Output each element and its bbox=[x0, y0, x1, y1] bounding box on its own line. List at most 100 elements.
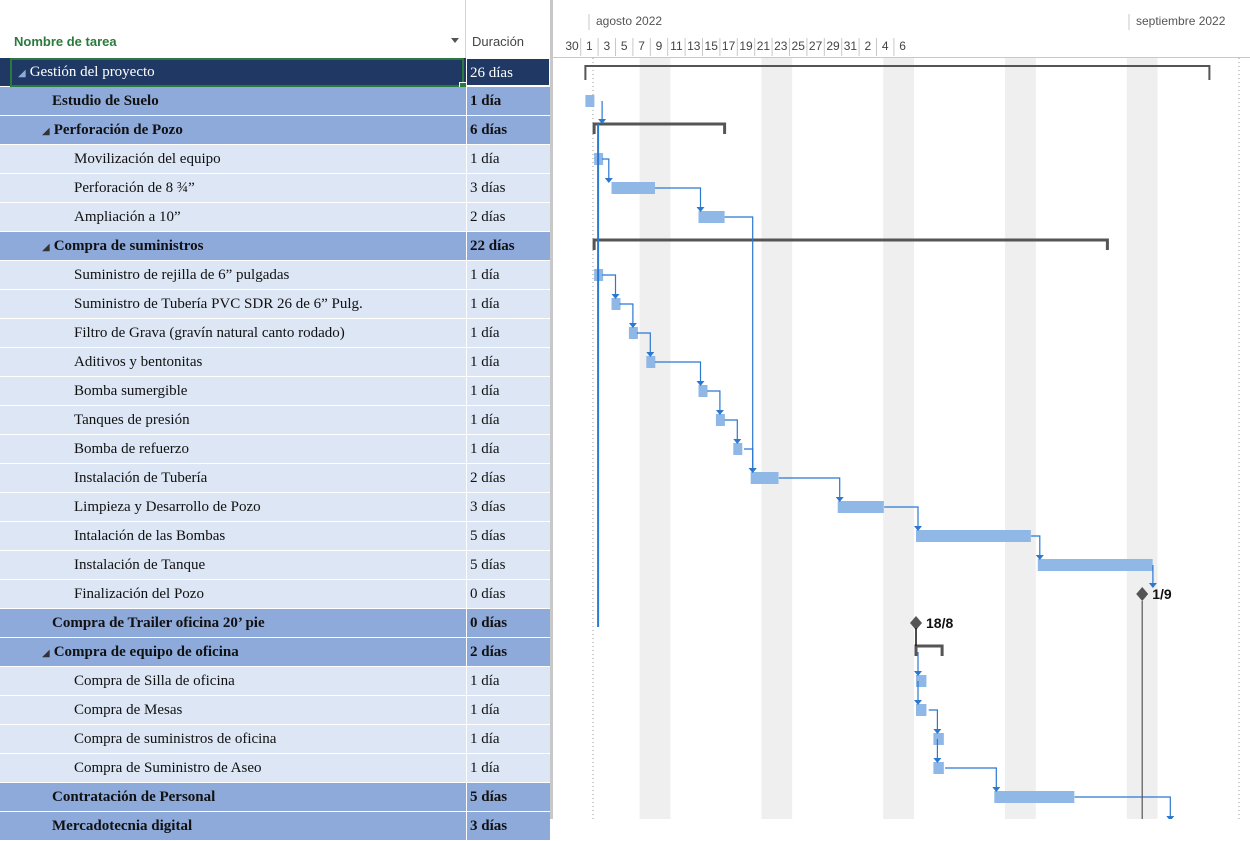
duration-cell[interactable]: 1 día bbox=[466, 87, 550, 115]
task-name-cell[interactable]: ◢ Compra de equipo de oficina bbox=[42, 638, 239, 666]
duration-cell[interactable]: 1 día bbox=[466, 667, 550, 695]
task-row[interactable]: Bomba de refuerzo 1 día bbox=[0, 435, 550, 464]
task-row[interactable]: ◢ Compra de suministros 22 días bbox=[0, 232, 550, 261]
duration-cell[interactable]: 6 días bbox=[466, 116, 550, 144]
duration-cell[interactable]: 1 día bbox=[466, 261, 550, 289]
duration-cell[interactable]: 5 días bbox=[466, 522, 550, 550]
task-row[interactable]: Movilización del equipo 1 día bbox=[0, 145, 550, 174]
collapse-triangle-icon[interactable]: ◢ bbox=[42, 126, 50, 137]
duration-cell[interactable]: 26 días bbox=[466, 58, 550, 86]
column-divider[interactable] bbox=[465, 0, 466, 58]
task-name-cell[interactable]: Compra de Suministro de Aseo bbox=[74, 754, 262, 782]
task-bar[interactable] bbox=[715, 414, 725, 426]
task-bar[interactable] bbox=[916, 704, 927, 716]
duration-column-header[interactable]: Duración bbox=[472, 34, 524, 49]
duration-cell[interactable]: 0 días bbox=[466, 580, 550, 608]
duration-cell[interactable]: 1 día bbox=[466, 406, 550, 434]
task-name-cell[interactable]: Compra de Silla de oficina bbox=[74, 667, 235, 695]
collapse-triangle-icon[interactable]: ◢ bbox=[18, 68, 26, 79]
summary-bar[interactable] bbox=[914, 644, 944, 656]
task-bar[interactable] bbox=[698, 211, 725, 223]
task-row[interactable]: Compra de Trailer oficina 20’ pie 0 días bbox=[0, 609, 550, 638]
task-row[interactable]: Contratación de Personal 5 días bbox=[0, 783, 550, 812]
task-bar[interactable] bbox=[933, 733, 944, 745]
task-name-cell[interactable]: Compra de Mesas bbox=[74, 696, 182, 724]
task-row[interactable]: Limpieza y Desarrollo de Pozo 3 días bbox=[0, 493, 550, 522]
task-name-cell[interactable]: ◢ Gestión del proyecto bbox=[18, 58, 155, 86]
duration-cell[interactable]: 3 días bbox=[466, 174, 550, 202]
task-row[interactable]: Instalación de Tanque 5 días bbox=[0, 551, 550, 580]
task-row[interactable]: Compra de suministros de oficina 1 día bbox=[0, 725, 550, 754]
task-row[interactable]: Compra de Mesas 1 día bbox=[0, 696, 550, 725]
task-name-cell[interactable]: Aditivos y bentonitas bbox=[74, 348, 202, 376]
task-row[interactable]: Aditivos y bentonitas 1 día bbox=[0, 348, 550, 377]
task-row[interactable]: ◢ Gestión del proyecto 26 días bbox=[0, 58, 550, 90]
task-name-cell[interactable]: Suministro de Tubería PVC SDR 26 de 6” P… bbox=[74, 290, 363, 318]
task-name-column-header[interactable]: Nombre de tarea bbox=[14, 34, 117, 49]
duration-cell[interactable]: 5 días bbox=[466, 783, 550, 811]
duration-cell[interactable]: 1 día bbox=[466, 319, 550, 347]
task-bar[interactable] bbox=[837, 501, 884, 513]
task-name-cell[interactable]: Instalación de Tubería bbox=[74, 464, 207, 492]
task-name-cell[interactable]: Instalación de Tanque bbox=[74, 551, 205, 579]
task-row[interactable]: Mercadotecnia digital 3 días bbox=[0, 812, 550, 841]
task-name-cell[interactable]: Contratación de Personal bbox=[52, 783, 215, 811]
task-name-cell[interactable]: Mercadotecnia digital bbox=[52, 812, 192, 840]
task-row[interactable]: Ampliación a 10” 2 días bbox=[0, 203, 550, 232]
task-row[interactable]: Finalización del Pozo 0 días bbox=[0, 580, 550, 609]
duration-cell[interactable]: 2 días bbox=[466, 464, 550, 492]
task-row[interactable]: Estudio de Suelo 1 día bbox=[0, 87, 550, 116]
task-bar[interactable] bbox=[933, 762, 944, 774]
duration-cell[interactable]: 1 día bbox=[466, 348, 550, 376]
task-row[interactable]: Bomba sumergible 1 día bbox=[0, 377, 550, 406]
task-bar[interactable] bbox=[646, 356, 656, 368]
duration-cell[interactable]: 1 día bbox=[466, 145, 550, 173]
duration-cell[interactable]: 3 días bbox=[466, 493, 550, 521]
task-row[interactable]: ◢ Perforación de Pozo 6 días bbox=[0, 116, 550, 145]
task-bar[interactable] bbox=[611, 182, 656, 194]
task-name-cell[interactable]: Compra de Trailer oficina 20’ pie bbox=[52, 609, 265, 637]
duration-cell[interactable]: 2 días bbox=[466, 638, 550, 666]
task-bar[interactable] bbox=[698, 385, 708, 397]
duration-cell[interactable]: 1 día bbox=[466, 725, 550, 753]
task-name-cell[interactable]: Compra de suministros de oficina bbox=[74, 725, 276, 753]
task-name-cell[interactable]: Bomba sumergible bbox=[74, 377, 187, 405]
task-name-cell[interactable]: Ampliación a 10” bbox=[74, 203, 181, 231]
task-name-cell[interactable]: Movilización del equipo bbox=[74, 145, 221, 173]
task-name-cell[interactable]: Perforación de 8 ¾” bbox=[74, 174, 195, 202]
duration-cell[interactable]: 3 días bbox=[466, 812, 550, 840]
collapse-triangle-icon[interactable]: ◢ bbox=[42, 242, 50, 253]
task-bar[interactable] bbox=[994, 791, 1075, 803]
task-name-cell[interactable]: Suministro de rejilla de 6” pulgadas bbox=[74, 261, 289, 289]
task-name-cell[interactable]: Finalización del Pozo bbox=[74, 580, 204, 608]
task-bar[interactable] bbox=[750, 472, 779, 484]
task-name-cell[interactable]: ◢ Perforación de Pozo bbox=[42, 116, 183, 144]
task-bar[interactable] bbox=[611, 298, 621, 310]
task-name-cell[interactable]: Filtro de Grava (gravín natural canto ro… bbox=[74, 319, 345, 347]
duration-cell[interactable]: 1 día bbox=[466, 696, 550, 724]
task-name-cell[interactable]: ◢ Compra de suministros bbox=[42, 232, 203, 260]
duration-cell[interactable]: 1 día bbox=[466, 377, 550, 405]
task-row[interactable]: Instalación de Tubería 2 días bbox=[0, 464, 550, 493]
duration-cell[interactable]: 22 días bbox=[466, 232, 550, 260]
task-name-cell[interactable]: Limpieza y Desarrollo de Pozo bbox=[74, 493, 261, 521]
task-bar[interactable] bbox=[916, 530, 1031, 542]
task-name-cell[interactable]: Intalación de las Bombas bbox=[74, 522, 225, 550]
duration-cell[interactable]: 2 días bbox=[466, 203, 550, 231]
task-name-cell[interactable]: Bomba de refuerzo bbox=[74, 435, 189, 463]
task-row[interactable]: Suministro de Tubería PVC SDR 26 de 6” P… bbox=[0, 290, 550, 319]
task-row[interactable]: Perforación de 8 ¾” 3 días bbox=[0, 174, 550, 203]
duration-cell[interactable]: 5 días bbox=[466, 551, 550, 579]
duration-cell[interactable]: 1 día bbox=[466, 290, 550, 318]
duration-cell[interactable]: 1 día bbox=[466, 754, 550, 782]
filter-dropdown-icon[interactable] bbox=[451, 38, 459, 43]
task-bar[interactable] bbox=[733, 443, 743, 455]
duration-cell[interactable]: 0 días bbox=[466, 609, 550, 637]
task-row[interactable]: Compra de Suministro de Aseo 1 día bbox=[0, 754, 550, 783]
task-bar[interactable] bbox=[585, 95, 595, 107]
task-bar[interactable] bbox=[1037, 559, 1153, 571]
task-row[interactable]: Filtro de Grava (gravín natural canto ro… bbox=[0, 319, 550, 348]
task-row[interactable]: Tanques de presión 1 día bbox=[0, 406, 550, 435]
task-name-cell[interactable]: Estudio de Suelo bbox=[52, 87, 159, 115]
duration-cell[interactable]: 1 día bbox=[466, 435, 550, 463]
